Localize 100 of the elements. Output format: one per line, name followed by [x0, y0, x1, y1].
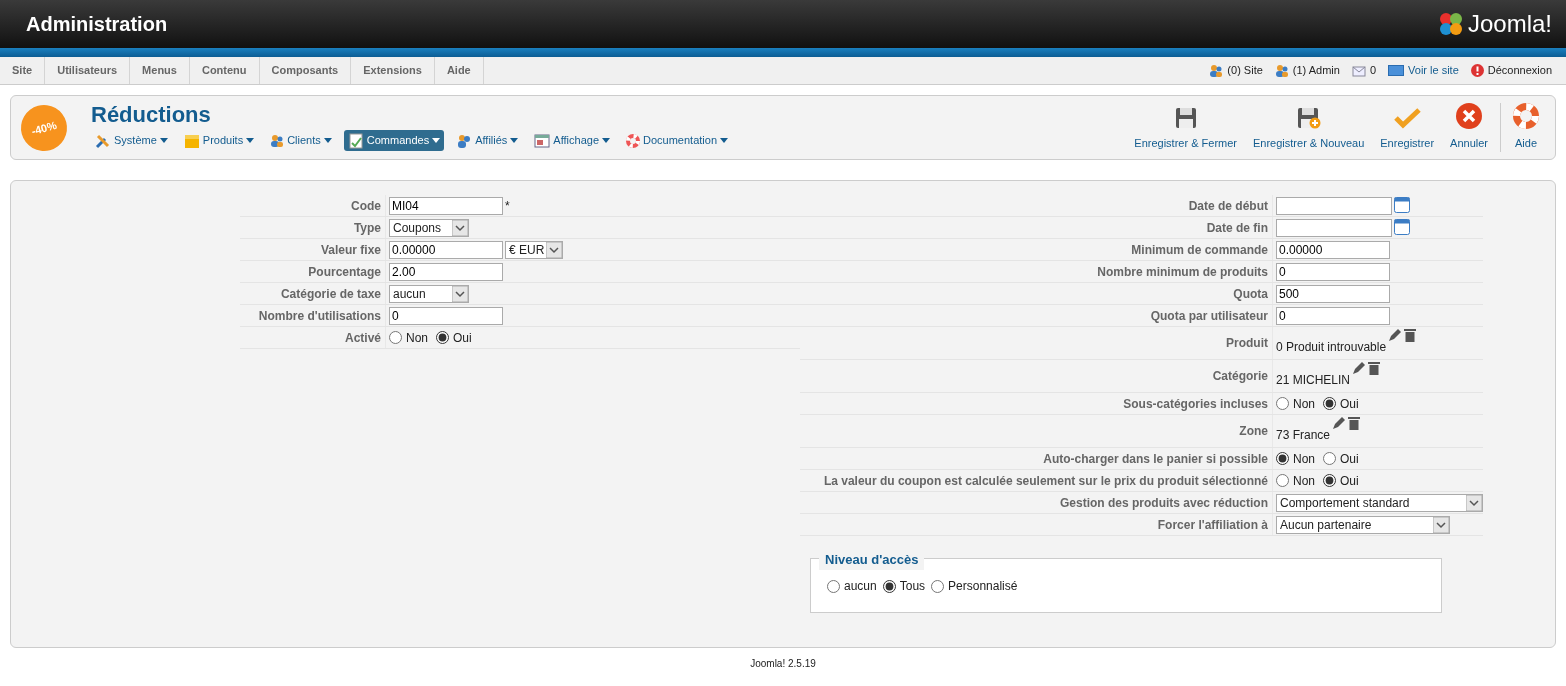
menu-item[interactable]: Extensions — [351, 57, 435, 84]
menu-item[interactable]: Contenu — [189, 57, 260, 84]
menu-item[interactable]: Utilisateurs — [45, 57, 131, 84]
radio-button[interactable] — [1323, 452, 1336, 465]
input-field[interactable]: 0 — [1276, 306, 1390, 325]
radio-button[interactable] — [827, 579, 840, 593]
field-label: Type — [240, 217, 386, 238]
dropdown[interactable]: Comportement standard — [1276, 493, 1483, 512]
submenu-item[interactable]: Commandes — [343, 130, 445, 151]
lifebuoy-icon — [1513, 103, 1539, 130]
radio-button[interactable] — [1276, 452, 1289, 465]
radio-button[interactable] — [1276, 474, 1289, 487]
app-title: Administration — [26, 12, 168, 37]
submenu-item[interactable]: Clients — [266, 130, 336, 151]
input-field[interactable]: 2.00 — [389, 262, 503, 281]
field-label: Auto-charger dans le panier si possible — [800, 448, 1273, 469]
monitor-icon — [1388, 65, 1405, 76]
trash-icon — [1368, 361, 1381, 375]
radio-button[interactable] — [882, 579, 896, 593]
floppy-disk-plus-icon — [1296, 107, 1321, 130]
field-label: Pourcentage — [240, 261, 386, 282]
flower-logo-icon — [1437, 11, 1464, 37]
option-label: aucun — [844, 578, 877, 595]
window-icon — [534, 132, 551, 149]
dropdown[interactable]: € EUR — [505, 240, 563, 259]
pencil-icon — [1388, 328, 1403, 342]
submenu-item[interactable]: Produits — [179, 130, 259, 151]
date-field[interactable] — [1276, 218, 1392, 237]
page-title: Réductions — [91, 104, 212, 127]
option-label: Personnalisé — [948, 578, 1018, 595]
toolbar-button[interactable]: Aide — [1505, 103, 1547, 152]
input-field[interactable]: 0.00000 — [389, 240, 503, 259]
caret-down-icon — [720, 138, 728, 143]
field-label: Minimum de commande — [800, 239, 1273, 260]
toolbar-button[interactable]: Annuler — [1442, 103, 1496, 152]
cancel-icon — [1456, 103, 1483, 130]
dropdown[interactable]: aucun — [389, 284, 469, 303]
dropdown[interactable]: Aucun partenaire — [1276, 515, 1450, 534]
submenu-item[interactable]: Système — [91, 130, 172, 151]
option-label: Non — [1293, 395, 1315, 413]
field-label: Activé — [240, 327, 386, 348]
calendar-icon — [1394, 196, 1410, 213]
date-field[interactable] — [1276, 196, 1392, 215]
tools-icon — [95, 132, 111, 149]
field-label: Gestion des produits avec réduction — [800, 492, 1273, 513]
menu-item[interactable]: Menus — [130, 57, 190, 84]
option-label: Non — [1293, 450, 1315, 468]
field-label: Date de fin — [800, 217, 1273, 238]
radio-button[interactable] — [1276, 397, 1289, 410]
pencil-icon — [1352, 361, 1367, 375]
caret-down-icon — [159, 138, 168, 143]
pencil-icon — [1332, 416, 1347, 430]
radio-button[interactable] — [389, 331, 402, 344]
field-value: 0 Produit introuvable — [1276, 339, 1387, 356]
toolbar-button[interactable]: Enregistrer — [1372, 103, 1443, 152]
radio-button[interactable] — [1323, 397, 1336, 410]
users-icon — [1274, 63, 1289, 78]
menu-item[interactable]: Composants — [259, 57, 352, 84]
field-label: Valeur fixe — [240, 239, 386, 260]
option-label: Oui — [1340, 472, 1359, 490]
input-field[interactable]: 0.00000 — [1276, 240, 1390, 259]
caret-down-icon — [432, 138, 441, 143]
field-label: Quota par utilisateur — [800, 305, 1273, 326]
field-label: Catégorie de taxe — [240, 283, 386, 304]
logout-link[interactable]: Déconnexion — [1487, 62, 1552, 79]
option-label: Non — [1293, 472, 1315, 490]
input-field[interactable]: 500 — [1276, 284, 1390, 303]
caret-down-icon — [546, 241, 562, 258]
menu-item[interactable]: Site — [0, 57, 46, 84]
option-label: Oui — [1340, 395, 1359, 413]
radio-button[interactable] — [436, 331, 449, 344]
input-field[interactable]: 0 — [1276, 262, 1390, 281]
users-icon — [1209, 63, 1224, 78]
field-value: 73 France — [1276, 427, 1331, 444]
dropdown[interactable]: Coupons — [389, 218, 469, 237]
toolbar-button[interactable]: Enregistrer & Nouveau — [1245, 103, 1373, 152]
status-text: (1) Admin — [1292, 63, 1340, 79]
field-label: Catégorie — [800, 360, 1273, 392]
view-site-link[interactable]: Voir le site — [1408, 62, 1459, 79]
submenu-item[interactable]: Affichage — [530, 130, 614, 151]
caret-down-icon — [452, 285, 468, 302]
field-label: Forcer l'affiliation à — [800, 514, 1273, 535]
radio-button[interactable] — [1323, 474, 1336, 487]
submenu-item[interactable]: Affiliés — [452, 130, 523, 151]
submenu-item[interactable]: Documentation — [622, 130, 732, 151]
calendar-icon — [1394, 218, 1410, 235]
input-field[interactable]: 0 — [389, 306, 503, 325]
radio-button[interactable] — [931, 579, 945, 593]
trash-icon — [1404, 328, 1417, 342]
lifebuoy-icon — [626, 133, 640, 148]
field-label: Nombre minimum de produits — [800, 261, 1273, 282]
toolbar-button[interactable]: Enregistrer & Fermer — [1126, 103, 1245, 152]
field-label: Date de début — [800, 195, 1273, 216]
field-value: 21 MICHELIN — [1276, 372, 1351, 389]
input-field[interactable]: MI04 — [389, 196, 503, 215]
field-label: Nombre d'utilisations — [240, 305, 386, 326]
field-label: Sous-catégories incluses — [800, 393, 1273, 414]
field-label: Zone — [800, 415, 1273, 447]
option-label: Non — [406, 329, 428, 347]
menu-item[interactable]: Aide — [434, 57, 484, 84]
